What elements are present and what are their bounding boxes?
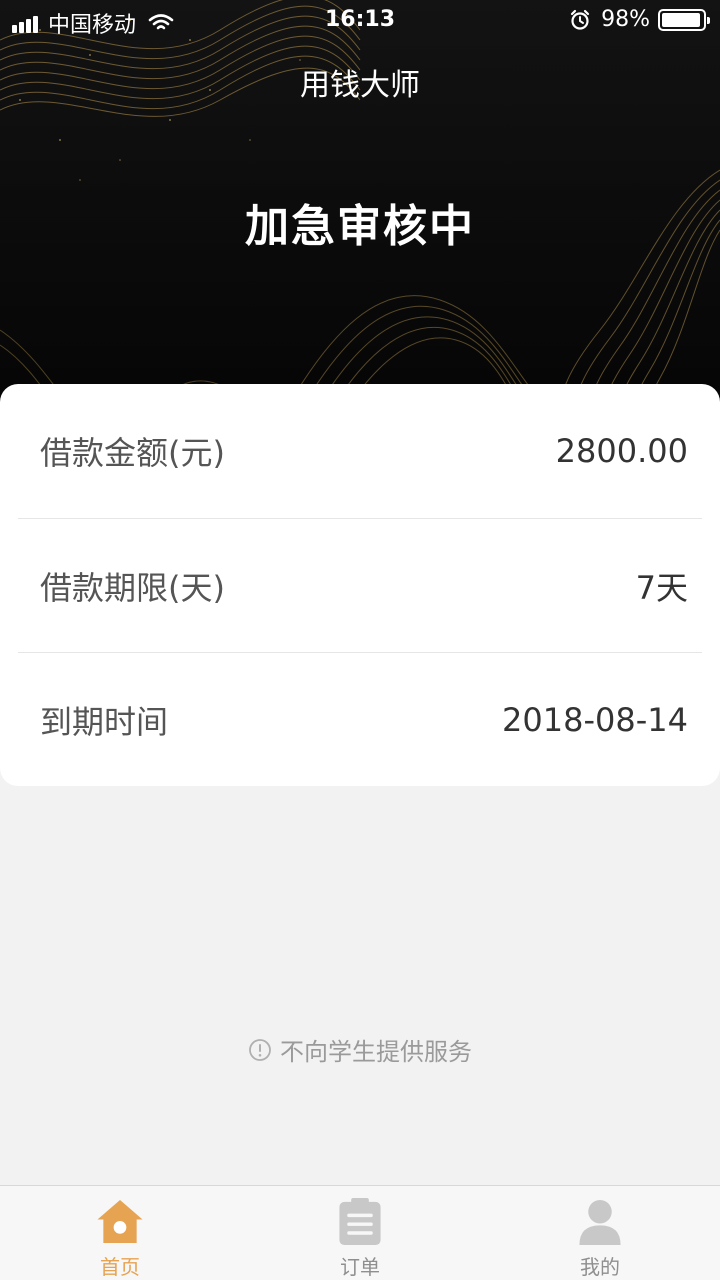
bottom-tab-bar: 首页 订单 我的 bbox=[0, 1185, 720, 1280]
loan-term-value: 7天 bbox=[635, 568, 688, 607]
loan-amount-label: 借款金额(元) bbox=[40, 434, 225, 472]
header-banner: 中国移动 16:13 98% 用钱大师 加急审核中 bbox=[0, 0, 720, 420]
clipboard-icon bbox=[339, 1198, 381, 1245]
tab-orders[interactable]: 订单 bbox=[240, 1186, 480, 1280]
loan-detail-card: 借款金额(元) 2800.00 借款期限(天) 7天 到期时间 2018-08-… bbox=[0, 384, 720, 786]
battery-percent: 98% bbox=[601, 7, 650, 32]
tab-home-label: 首页 bbox=[100, 1255, 140, 1279]
notice-text: 不向学生提供服务 bbox=[280, 1038, 472, 1066]
tab-profile[interactable]: 我的 bbox=[480, 1186, 720, 1280]
review-status-title: 加急审核中 bbox=[245, 201, 475, 252]
info-icon bbox=[248, 1038, 272, 1062]
home-icon bbox=[97, 1199, 143, 1244]
loan-amount-row: 借款金额(元) 2800.00 bbox=[18, 384, 702, 518]
due-date-label: 到期时间 bbox=[40, 702, 169, 741]
alarm-icon bbox=[570, 9, 590, 30]
loan-term-row: 借款期限(天) 7天 bbox=[18, 518, 702, 652]
loan-amount-value: 2800.00 bbox=[555, 432, 688, 470]
battery-icon bbox=[658, 8, 710, 31]
tab-profile-label: 我的 bbox=[580, 1255, 620, 1279]
due-date-row: 到期时间 2018-08-14 bbox=[18, 652, 702, 786]
student-notice: 不向学生提供服务 bbox=[0, 1032, 720, 1067]
tab-orders-label: 订单 bbox=[340, 1255, 380, 1279]
due-date-value: 2018-08-14 bbox=[502, 700, 688, 739]
user-icon bbox=[579, 1199, 621, 1245]
app-title: 用钱大师 bbox=[300, 68, 420, 103]
status-bar: 中国移动 16:13 98% bbox=[0, 0, 720, 40]
tab-home[interactable]: 首页 bbox=[0, 1186, 240, 1280]
loan-term-label: 借款期限(天) bbox=[40, 568, 225, 607]
